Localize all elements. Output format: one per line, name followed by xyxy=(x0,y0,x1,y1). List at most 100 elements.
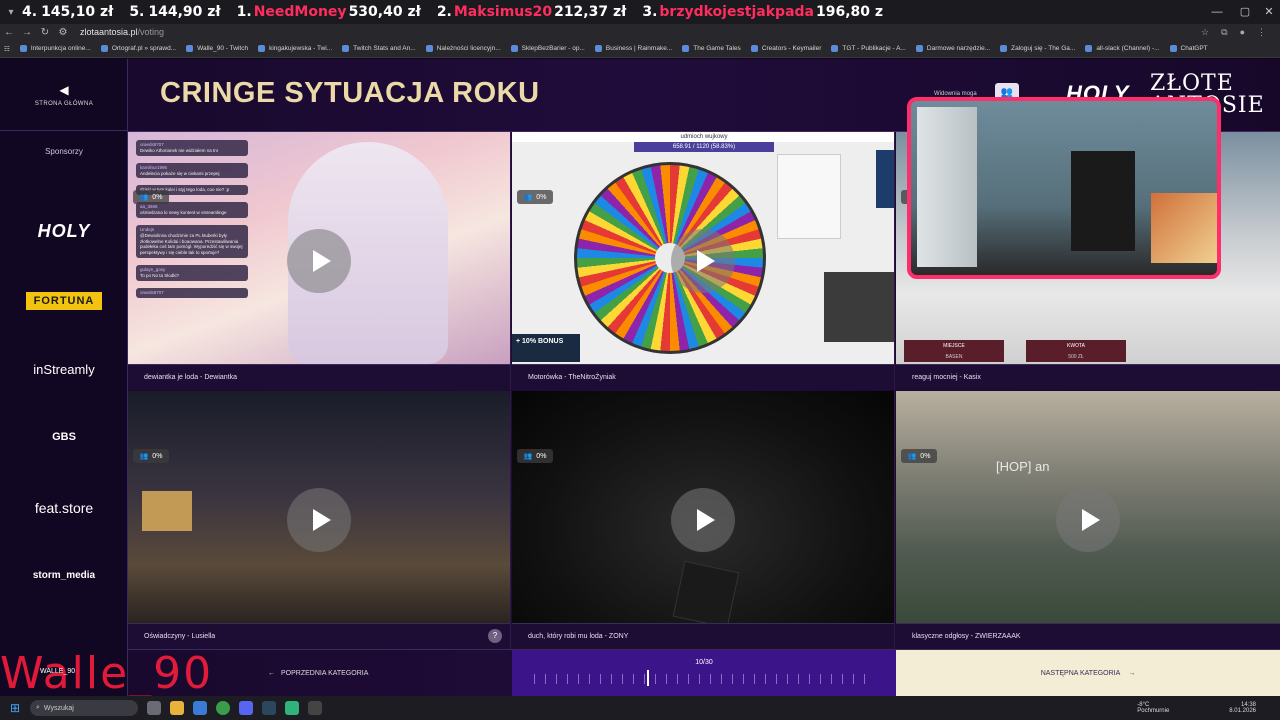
bookmark-label: Business | Rainmake... xyxy=(605,45,673,52)
chrome-icon[interactable] xyxy=(216,701,230,715)
forward-icon[interactable]: → xyxy=(18,27,36,38)
bookmark-item[interactable]: Interpunkcja online... xyxy=(19,45,91,52)
vote-percent: 0% xyxy=(536,452,547,460)
discord-icon[interactable] xyxy=(239,701,253,715)
help-icon[interactable]: ? xyxy=(488,629,502,643)
bookmark-icon xyxy=(425,45,433,52)
bookmark-item[interactable]: Twitch Stats and An... xyxy=(342,45,416,52)
sponsor-storm-media[interactable]: storm_media xyxy=(0,570,128,581)
home-label: STRONA GŁÓWNA xyxy=(34,100,94,107)
facecam-inset xyxy=(824,272,894,342)
bookmark-label: kingakujewska - Twi... xyxy=(269,45,333,52)
sponsor-instreamly[interactable]: inStreamly xyxy=(0,362,128,377)
ticker-amount: 145,10 zł xyxy=(41,4,114,20)
bookmark-icon xyxy=(1085,45,1093,52)
bookmark-label: Należności licencyjn... xyxy=(436,45,501,52)
video-card[interactable]: oraeds8707 Dewiko Athorianek nie widziałe… xyxy=(128,132,511,390)
menu-icon[interactable]: ⋮ xyxy=(1257,27,1266,38)
site-info-icon[interactable]: ⚙ xyxy=(54,27,72,38)
video-caption: duch, który robi mu loda - ZONY xyxy=(512,623,894,649)
sidebar: ◀ STRONA GŁÓWNA Sponsorzy HOLY FORTUNA i… xyxy=(0,59,128,696)
chevron-down-icon[interactable]: ▾ xyxy=(0,7,22,18)
bookmark-item[interactable]: kingakujewska - Twi... xyxy=(258,45,332,52)
phone-in-hand xyxy=(672,560,740,629)
progress-marker[interactable] xyxy=(647,670,650,686)
bookmark-label: The Game Tales xyxy=(693,45,741,52)
bookmark-icon xyxy=(682,45,690,52)
task-view-icon[interactable] xyxy=(147,701,161,715)
stat-label: KWOTA xyxy=(1067,343,1085,349)
app-icon[interactable] xyxy=(285,701,299,715)
bookmark-item[interactable]: TGT - Publikacje - A... xyxy=(831,45,906,52)
weather-widget[interactable]: -8°C Pochmurnie xyxy=(1137,702,1169,714)
video-card[interactable]: 👥 0% Oświadczyny - Lusiella? xyxy=(128,391,511,649)
shelf-unit xyxy=(1071,151,1135,251)
bookmark-item[interactable]: Ortograf.pl » sprawd... xyxy=(100,45,176,52)
close-icon[interactable]: ✕ xyxy=(1256,4,1280,20)
system-clock[interactable]: 14:38 8.01.2026 xyxy=(1229,702,1256,714)
maximize-icon[interactable]: ▢ xyxy=(1232,4,1258,20)
video-card[interactable]: [HOP] an 👥 0% klasyczne odgłosy - ZWIERZA… xyxy=(896,391,1280,649)
bookmark-icon xyxy=(750,45,758,52)
chat-message: aa_3666 ośmielzana lo newy kontent w vstr… xyxy=(136,202,248,218)
bookmark-label: Walle_90 - Twitch xyxy=(197,45,249,52)
play-button[interactable] xyxy=(671,229,735,293)
reload-icon[interactable]: ↻ xyxy=(36,27,54,38)
obs-icon[interactable] xyxy=(308,701,322,715)
extensions-icon[interactable]: ⧉ xyxy=(1221,27,1227,38)
taskbar-search[interactable]: ⌕ Wyszukaj xyxy=(30,700,138,716)
bookmark-item[interactable]: Należności licencyjn... xyxy=(425,45,501,52)
store-icon[interactable] xyxy=(193,701,207,715)
next-category-button[interactable]: NASTĘPNA KATEGORIA → xyxy=(896,650,1280,696)
fortuna-logo: FORTUNA xyxy=(25,292,103,310)
home-link[interactable]: ◀ STRONA GŁÓWNA xyxy=(0,59,128,131)
play-button[interactable] xyxy=(1056,488,1120,552)
bookmark-item[interactable]: Walle_90 - Twitch xyxy=(186,45,248,52)
users-icon: 👥 xyxy=(907,453,917,460)
sponsor-gbs[interactable]: GBS xyxy=(0,431,128,443)
ticker-item: 4. 145,10 zł xyxy=(22,4,115,20)
chat-text: @Dewiolinna chodzimie za PL ktuberki był… xyxy=(140,232,243,256)
steam-icon[interactable] xyxy=(262,701,276,715)
bookmark-item[interactable]: The Game Tales xyxy=(682,45,741,52)
video-card[interactable]: udmioch wujkowy 658.91 / 1120 (58.83%) +… xyxy=(512,132,895,390)
star-icon[interactable]: ☆ xyxy=(1201,27,1209,38)
sponsor-featstore[interactable]: feat.store xyxy=(0,500,128,516)
chat-text: Andelecia pokaże się w ciekami przepej xyxy=(140,170,220,176)
vote-percent: 0% xyxy=(920,452,931,460)
video-card[interactable]: 👥 0% duch, który robi mu loda - ZONY xyxy=(512,391,895,649)
chat-message: kamilnur1995 Andelecia pokaże się w cieka… xyxy=(136,162,248,179)
bookmark-item[interactable]: all-slack (Channel) -... xyxy=(1085,45,1160,52)
previous-category-label: POPRZEDNIA KATEGORIA xyxy=(281,670,369,677)
stat-label: MIEJSCE xyxy=(943,343,965,349)
minimize-icon[interactable]: — xyxy=(1204,4,1230,20)
bookmark-item[interactable]: ChatGPT xyxy=(1169,45,1208,52)
chat-overlay: oraeds8707 Dewiko Athorianek nie widziałe… xyxy=(136,140,248,298)
file-explorer-icon[interactable] xyxy=(170,701,184,715)
play-button[interactable] xyxy=(287,488,351,552)
bookmark-icon xyxy=(831,45,839,52)
play-button[interactable] xyxy=(287,229,351,293)
bookmark-item[interactable]: Creators - Keymailer xyxy=(750,45,821,52)
bookmark-icon xyxy=(915,45,923,52)
bookmark-item[interactable]: Business | Rainmake... xyxy=(594,45,673,52)
weather-desc: Pochmurnie xyxy=(1137,708,1170,714)
users-icon: 👥 xyxy=(139,194,149,201)
sponsor-fortuna[interactable]: FORTUNA xyxy=(0,291,128,310)
profile-icon[interactable]: ● xyxy=(1240,27,1245,38)
bookmark-item[interactable]: SklepBezBarier - op... xyxy=(510,45,585,52)
video-caption: reaguj mocniej - Kasix xyxy=(896,364,1280,390)
bookmark-label: Interpunkcja online... xyxy=(30,45,91,52)
video-caption: klasyczne odgłosy - ZWIERZAAAK xyxy=(896,623,1280,649)
vote-percent-badge: 👥0% xyxy=(133,190,169,204)
url-field[interactable]: zlotaantosia.pl/voting xyxy=(80,27,164,37)
windows-start-icon[interactable]: ⊞ xyxy=(0,701,30,715)
play-button[interactable] xyxy=(671,488,735,552)
apps-icon[interactable]: ☷ xyxy=(4,45,10,53)
bookmark-item[interactable]: Zaloguj się - The Ga... xyxy=(1000,45,1075,52)
url-host: zlotaantosia.pl xyxy=(80,27,138,37)
address-bar: ← → ↻ ⚙ zlotaantosia.pl/voting ☆ ⧉ ● ⋮ xyxy=(0,24,1280,40)
sponsor-holy[interactable]: HOLY xyxy=(0,221,128,242)
bookmark-item[interactable]: Darmowe narzędzie... xyxy=(915,45,990,52)
back-icon[interactable]: ← xyxy=(0,27,18,38)
